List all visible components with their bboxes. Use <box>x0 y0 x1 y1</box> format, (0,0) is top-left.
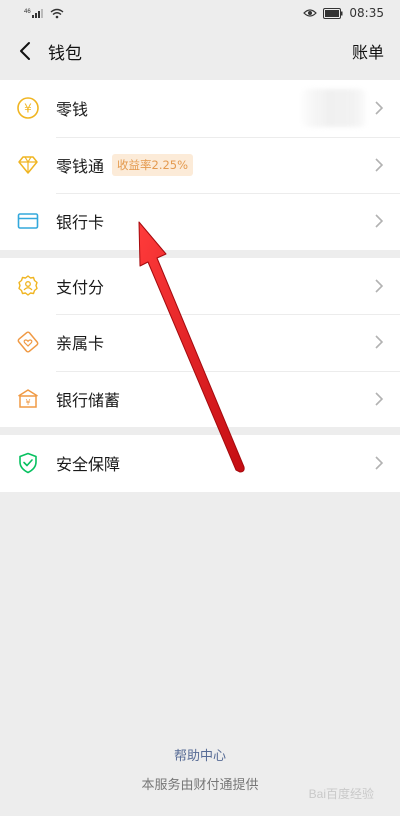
page-title: 钱包 <box>48 43 82 64</box>
row-label: 零钱 <box>56 100 89 120</box>
chevron-right-icon <box>375 335 384 349</box>
wallet-group-1: ¥ 零钱 零钱通 收益率2.25% 银行卡 <box>0 80 400 250</box>
status-time: 08:35 <box>349 6 384 20</box>
battery-icon <box>323 7 343 19</box>
shield-check-icon <box>16 451 40 475</box>
status-bar: 46 08:35 <box>0 0 400 26</box>
status-left: 46 <box>24 7 64 19</box>
chevron-right-icon <box>375 214 384 228</box>
bill-button[interactable]: 账单 <box>352 39 384 63</box>
bank-savings-icon: ¥ <box>16 387 40 411</box>
chevron-right-icon <box>375 101 384 115</box>
row-bank-card[interactable]: 银行卡 <box>0 193 400 250</box>
status-right: 08:35 <box>303 6 384 20</box>
watermark: Bai百度经验 <box>308 787 374 801</box>
row-bank-savings[interactable]: ¥ 银行储蓄 <box>0 370 400 428</box>
yuan-coin-icon: ¥ <box>16 96 40 120</box>
hidden-balance <box>302 89 366 128</box>
row-lingqiantong[interactable]: 零钱通 收益率2.25% <box>0 136 400 194</box>
row-family-card[interactable]: 亲属卡 <box>0 314 400 371</box>
eye-icon <box>303 8 318 18</box>
row-label: 支付分 <box>56 277 105 297</box>
row-label: 安全保障 <box>56 455 121 475</box>
diamond-icon <box>16 153 40 177</box>
help-center-link[interactable]: 帮助中心 <box>174 745 226 764</box>
chevron-right-icon <box>375 279 384 293</box>
svg-text:¥: ¥ <box>24 102 32 116</box>
wifi-icon <box>50 8 64 19</box>
row-security[interactable]: 安全保障 <box>0 435 400 492</box>
chevron-right-icon <box>375 158 384 172</box>
signal-icon: 46 <box>24 7 44 19</box>
row-label: 银行储蓄 <box>56 390 121 410</box>
chevron-right-icon <box>375 456 384 470</box>
chevron-right-icon <box>375 392 384 406</box>
nav-bar: 钱包 账单 <box>0 26 400 76</box>
row-label: 零钱通 <box>56 156 105 176</box>
row-label: 亲属卡 <box>56 334 105 354</box>
row-label: 银行卡 <box>56 213 105 233</box>
badge-icon <box>16 274 40 298</box>
row-change[interactable]: ¥ 零钱 <box>0 80 400 137</box>
yield-badge: 收益率2.25% <box>112 153 194 176</box>
svg-text:¥: ¥ <box>25 398 30 407</box>
svg-text:46: 46 <box>24 9 31 15</box>
wallet-group-3: 安全保障 <box>0 435 400 492</box>
bank-card-icon <box>16 209 40 233</box>
chevron-left-icon[interactable] <box>12 38 38 64</box>
wallet-group-2: 支付分 亲属卡 ¥ 银行储蓄 <box>0 257 400 428</box>
heart-card-icon <box>16 330 40 354</box>
row-pay-score[interactable]: 支付分 <box>0 258 400 315</box>
